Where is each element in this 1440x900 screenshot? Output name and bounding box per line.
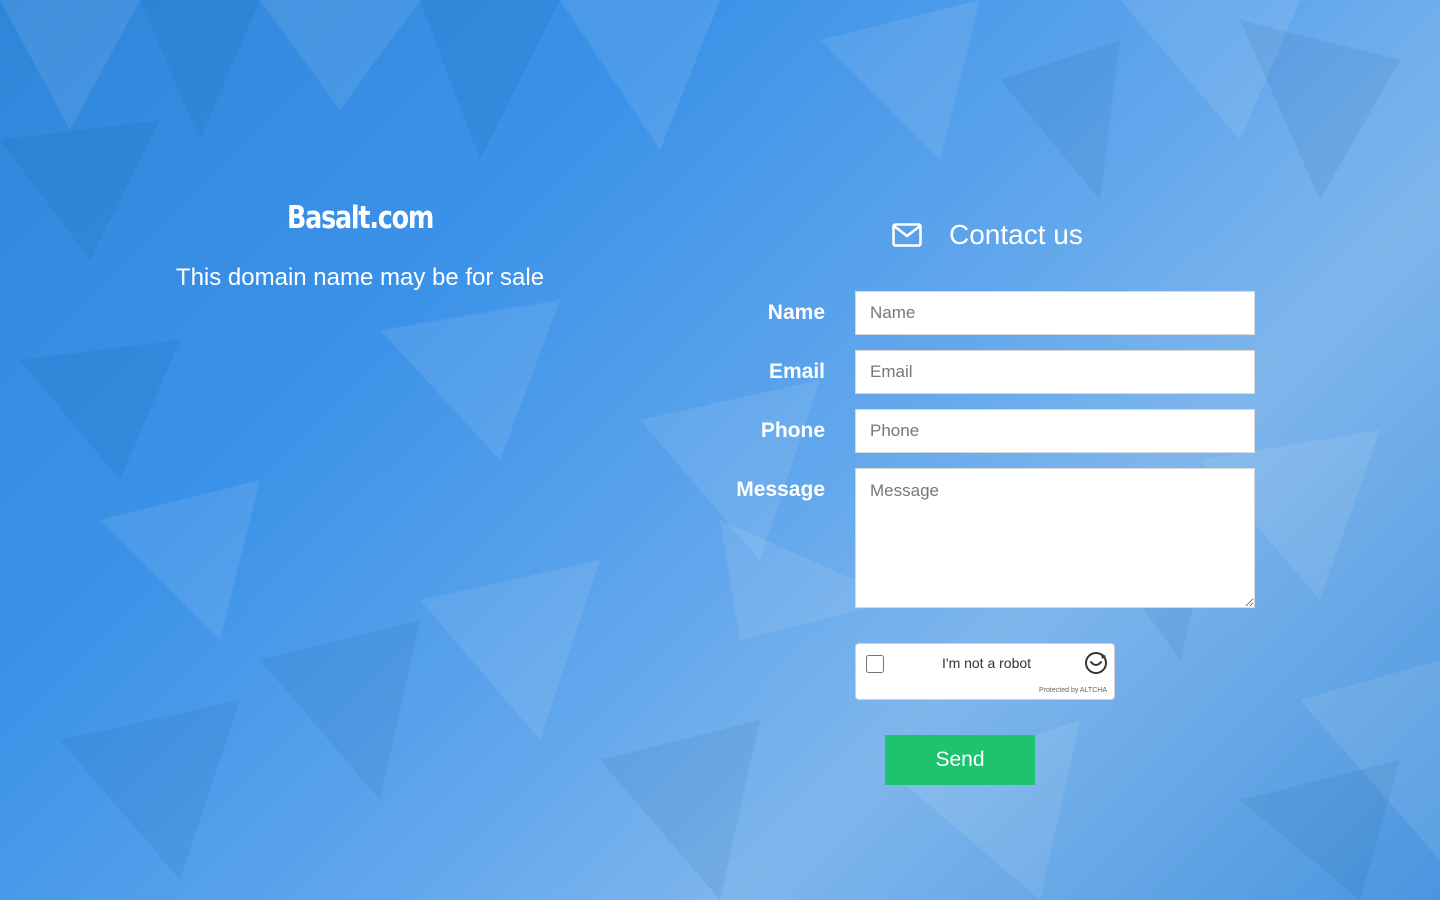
site-title: Basalt.com xyxy=(286,200,434,236)
captcha-checkbox[interactable] xyxy=(866,655,884,673)
send-button[interactable]: Send xyxy=(885,735,1035,785)
email-row: Email xyxy=(700,350,1255,394)
message-row: Message xyxy=(700,468,1255,608)
message-label: Message xyxy=(736,478,825,501)
phone-label: Phone xyxy=(760,419,825,442)
name-label: Name xyxy=(767,301,825,324)
altcha-logo-icon xyxy=(1084,651,1108,675)
name-input[interactable] xyxy=(855,291,1255,335)
domain-info-panel: Basalt.com This domain name may be for s… xyxy=(120,195,600,293)
email-label: Email xyxy=(768,360,825,383)
sale-notice: This domain name may be for sale xyxy=(175,264,545,291)
captcha-footer: Protected by ALTCHA xyxy=(1039,687,1107,694)
phone-input[interactable] xyxy=(855,409,1255,453)
contact-header: Contact us xyxy=(892,214,1083,256)
captcha-label: I'm not a robot xyxy=(942,655,1032,671)
name-row: Name xyxy=(700,291,1255,335)
email-input[interactable] xyxy=(855,350,1255,394)
message-input[interactable] xyxy=(855,468,1255,608)
envelope-icon xyxy=(892,223,922,247)
contact-title: Contact us xyxy=(949,219,1083,250)
phone-row: Phone xyxy=(700,409,1255,453)
captcha-widget: I'm not a robot Protected by ALTCHA xyxy=(855,643,1115,700)
